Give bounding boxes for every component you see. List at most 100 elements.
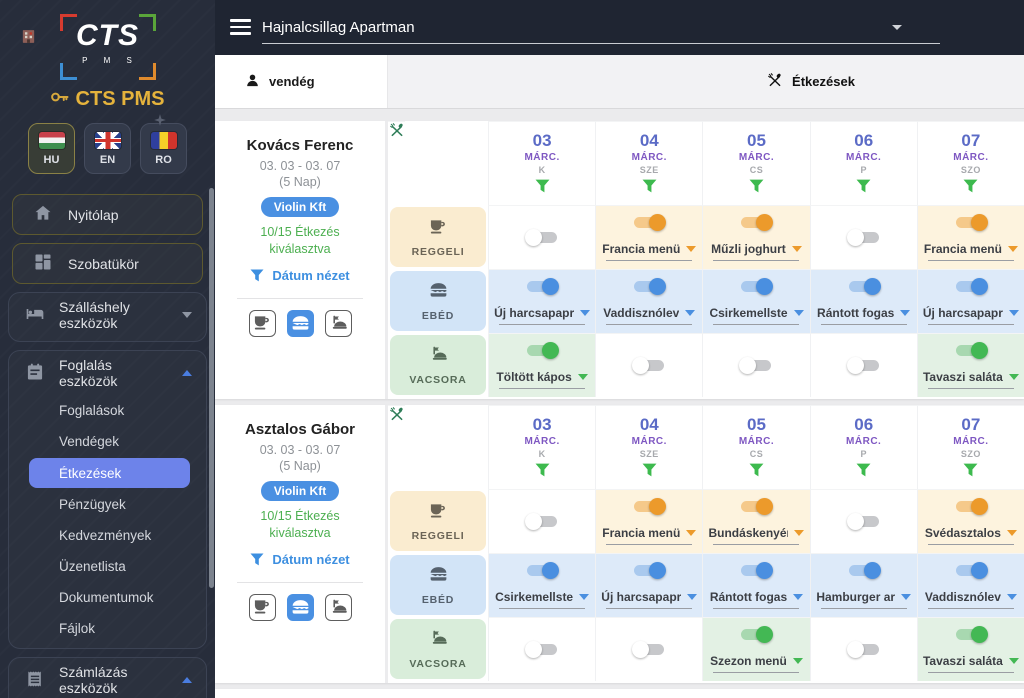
tab-meals[interactable]: Étkezések (493, 55, 1024, 108)
tab-guest[interactable]: vendég (215, 55, 388, 108)
meal-toggle-on[interactable] (848, 562, 881, 579)
language-button-hu[interactable]: HU (28, 123, 75, 174)
reggeli-filter-button[interactable] (248, 309, 276, 337)
vacsora-cell (809, 333, 917, 397)
menu-select[interactable]: Bundáskenyér (708, 526, 805, 540)
sidebar-item-fajlok[interactable]: Fájlok (9, 613, 206, 644)
property-select[interactable]: Hajnalcsillag Apartman (262, 12, 940, 44)
meal-toggle-on[interactable] (955, 498, 988, 515)
meal-toggle-on[interactable] (527, 278, 560, 295)
meal-toggle-on[interactable] (741, 498, 774, 515)
divider (237, 297, 363, 299)
meal-toggle-on[interactable] (955, 278, 988, 295)
sidebar-item-foglalasok[interactable]: Foglalások (9, 395, 206, 426)
date-filter-icon[interactable] (963, 176, 978, 198)
hamburger-menu-icon[interactable] (230, 19, 251, 39)
meal-toggle-off[interactable] (846, 357, 879, 374)
meal-toggle-off[interactable] (846, 513, 879, 530)
meal-toggle-on[interactable] (848, 278, 881, 295)
vacsora-filter-button[interactable] (324, 309, 352, 337)
sidebar-group-header-szallashely-eszkozok[interactable]: Szálláshely eszközök (9, 293, 206, 337)
chevron-down-icon (577, 374, 588, 380)
sidebar-item-vendegek[interactable]: Vendégek (9, 426, 206, 457)
meal-toggle-on[interactable] (955, 562, 988, 579)
sparkle-icon (153, 113, 167, 132)
meal-toggle-on[interactable] (527, 562, 560, 579)
menu-select[interactable]: Francia menü (602, 242, 697, 256)
ebed-filter-button[interactable] (286, 593, 314, 621)
date-filter-icon[interactable] (535, 460, 550, 482)
menu-select[interactable]: Vaddisznólev (603, 306, 696, 320)
menu-select[interactable]: Tavaszi saláta (923, 370, 1019, 384)
menu-select[interactable]: Csirkemellste (495, 590, 590, 604)
date-filter-icon[interactable] (642, 176, 657, 198)
menu-select[interactable]: Szezon menü (710, 654, 803, 668)
menu-underline (606, 544, 693, 545)
menu-select[interactable]: Új harcsapapr (601, 590, 698, 604)
menu-select[interactable]: Új harcsapapr (923, 306, 1019, 320)
date-view-link[interactable]: Dátum nézet (215, 550, 385, 569)
ebed-cell: Rántott fogas (809, 269, 917, 333)
meal-toggle-off[interactable] (525, 513, 558, 530)
meal-toggle-on[interactable] (741, 278, 774, 295)
guest-name: Kovács Ferenc (246, 137, 354, 154)
meal-toggle-off[interactable] (525, 641, 558, 658)
date-filter-icon[interactable] (749, 460, 764, 482)
date-weekday: K (538, 449, 546, 459)
meal-toggle-off[interactable] (739, 357, 772, 374)
date-filter-icon[interactable] (856, 176, 871, 198)
vacsora-filter-button[interactable] (324, 593, 352, 621)
date-filter-icon[interactable] (856, 460, 871, 482)
date-filter-icon[interactable] (642, 460, 657, 482)
meal-toggle-off[interactable] (632, 641, 665, 658)
menu-select[interactable]: Vaddisznólev (925, 590, 1017, 604)
dashboard-icon (33, 252, 53, 275)
meal-toggle-on[interactable] (741, 626, 774, 643)
meal-toggle-on[interactable] (527, 342, 560, 359)
menu-select[interactable]: Tavaszi saláta (923, 654, 1019, 668)
meal-toggle-on[interactable] (955, 214, 988, 231)
meal-toggle-off[interactable] (846, 641, 879, 658)
sidebar-item-szobatukor[interactable]: Szobatükör (12, 243, 203, 284)
menu-select[interactable]: Svédasztalos (925, 526, 1017, 540)
menu-select[interactable]: Műzli joghurt (711, 242, 802, 256)
meal-toggle-off[interactable] (846, 229, 879, 246)
reggeli-filter-button[interactable] (248, 593, 276, 621)
menu-select[interactable]: Francia menü (602, 526, 697, 540)
date-filter-icon[interactable] (535, 176, 550, 198)
meal-toggle-on[interactable] (634, 498, 667, 515)
menu-select[interactable]: Francia menü (924, 242, 1018, 256)
sidebar-group-header-szamlazas-eszkozok[interactable]: Számlázás eszközök (9, 658, 206, 698)
date-filter-icon[interactable] (749, 176, 764, 198)
meal-toggle-on[interactable] (634, 562, 667, 579)
sidebar-item-kedvezmenyek[interactable]: Kedvezmények (9, 520, 206, 551)
language-button-en[interactable]: EN (84, 123, 131, 174)
meal-toggle-on[interactable] (634, 214, 667, 231)
menu-select[interactable]: Új harcsapapr (494, 306, 591, 320)
sidebar-group-header-foglalas-eszkozok[interactable]: Foglalás eszközök (9, 351, 206, 395)
sidebar-group-szamlazas-eszkozok: Számlázás eszközökSzámlák (8, 657, 207, 698)
menu-underline (713, 260, 800, 261)
date-view-link[interactable]: Dátum nézet (215, 266, 385, 285)
menu-select[interactable]: Hamburger ar (816, 590, 912, 604)
sidebar-item-nyitolap[interactable]: Nyitólap (12, 194, 203, 235)
meal-toggle-on[interactable] (634, 278, 667, 295)
meal-toggle-on[interactable] (955, 342, 988, 359)
menu-select[interactable]: Töltött kápos (496, 370, 588, 384)
meal-toggle-off[interactable] (525, 229, 558, 246)
meal-toggle-on[interactable] (955, 626, 988, 643)
sidebar-item-etkezesek[interactable]: Étkezések (29, 458, 190, 488)
sidebar-item-uzenetlista[interactable]: Üzenetlista (9, 551, 206, 582)
date-filter-icon[interactable] (963, 460, 978, 482)
sidebar-item-dokumentumok[interactable]: Dokumentumok (9, 582, 206, 613)
property-name: Hajnalcsillag Apartman (262, 19, 415, 36)
menu-select[interactable]: Rántott fogas (817, 306, 911, 320)
meal-toggle-on[interactable] (741, 562, 774, 579)
meal-toggle-off[interactable] (632, 357, 665, 374)
sidebar-item-penzugyek[interactable]: Pénzügyek (9, 489, 206, 520)
ebed-filter-button[interactable] (286, 309, 314, 337)
menu-select[interactable]: Csirkemellste (709, 306, 804, 320)
sidebar-scrollbar[interactable] (209, 188, 214, 588)
menu-select[interactable]: Rántott fogas (710, 590, 804, 604)
meal-toggle-on[interactable] (741, 214, 774, 231)
